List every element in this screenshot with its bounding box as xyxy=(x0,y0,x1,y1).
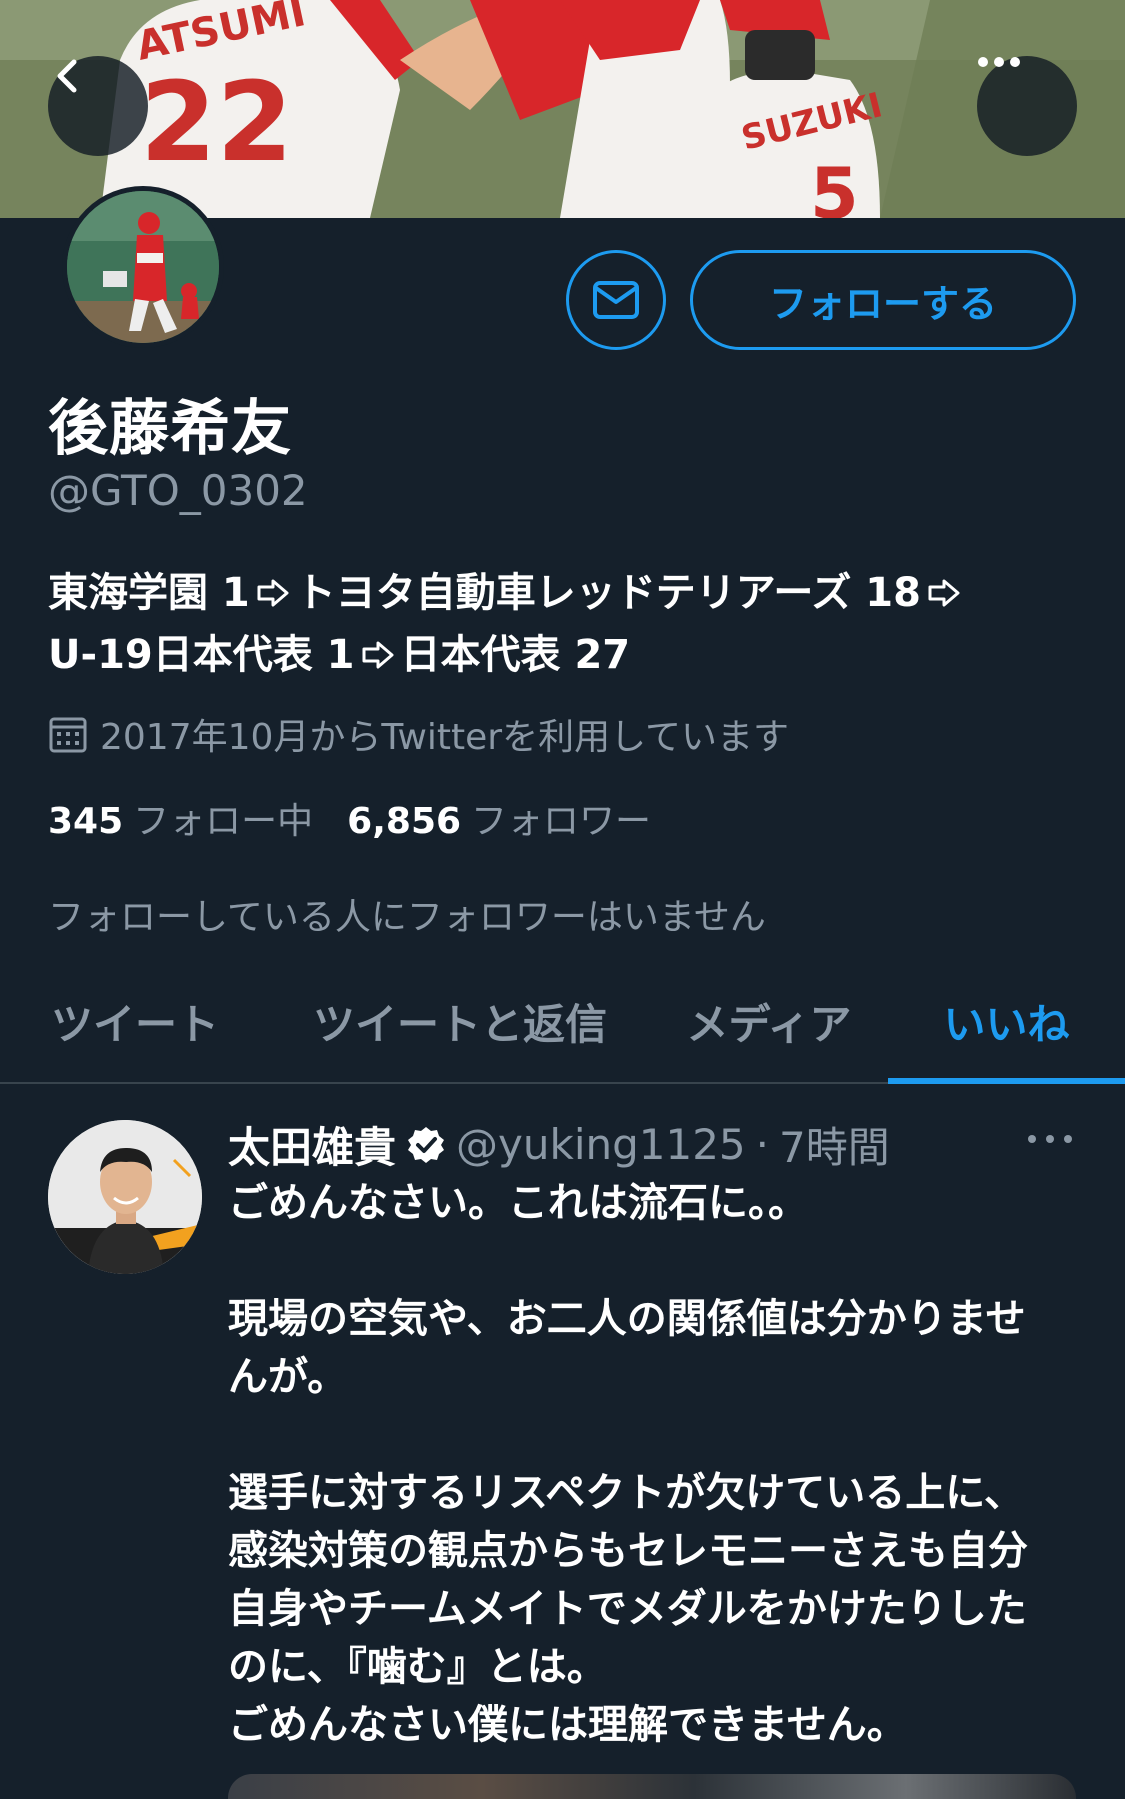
tweet-line: んが。 xyxy=(228,1354,348,1400)
tweet-line: 感染対策の観点からもセレモニーさえも自分 xyxy=(228,1528,1028,1574)
active-tab-indicator xyxy=(888,1078,1125,1084)
verified-badge-icon xyxy=(408,1126,445,1163)
follow-button[interactable]: フォローする xyxy=(690,250,1076,350)
tweet-paragraph: ごめんなさい。これは流石に。。 xyxy=(228,1174,1108,1232)
tweet-line: 自身やチームメイトでメダルをかけたりした xyxy=(228,1586,1027,1632)
profile-avatar-photo xyxy=(67,191,219,343)
joined-date: 2017年10月からTwitterを利用しています xyxy=(48,708,789,760)
profile-bio: 東海学園 1 トヨタ自動車レッドテリアーズ 18 U-19日本代表 1 日本代表 2… xyxy=(48,562,1088,686)
tab-likes[interactable]: いいね xyxy=(888,960,1125,1082)
tweet-text: ごめんなさい。これは流石に。。 現場の空気や、お二人の関係値は分かりませ んが。… xyxy=(228,1174,1108,1754)
right-arrow-icon xyxy=(362,641,394,669)
more-horizontal-icon xyxy=(978,57,1020,67)
followers-label: フォロワー xyxy=(471,801,652,842)
profile-page: ATSUMI 22 SUZUKI 5 フォローする 後藤希友 @GTO_0302… xyxy=(0,0,1125,1799)
tweet-line: 現場の空気や、お二人の関係値は分かりませ xyxy=(228,1296,1026,1342)
tweet-line: のに、『噛む』とは。 xyxy=(228,1644,607,1690)
calendar-icon xyxy=(49,717,87,753)
more-dot xyxy=(1046,1135,1054,1143)
profile-tabs: ツイート ツイートと返信 メディア いいね xyxy=(0,960,1125,1084)
tweet-author-avatar[interactable] xyxy=(48,1120,202,1274)
profile-display-name: 後藤希友 xyxy=(48,394,292,464)
joined-text: 2017年10月からTwitterを利用しています xyxy=(100,717,790,758)
no-mutual-followers-text: フォローしている人にフォロワーはいません xyxy=(48,897,766,938)
tab-tweets[interactable]: ツイート xyxy=(0,960,270,1082)
tweet-author-name[interactable]: 太田雄貴 xyxy=(228,1114,396,1175)
tweet-line: ごめんなさい僕には理解できません。 xyxy=(228,1702,907,1748)
bio-line-2: U-19日本代表 1 日本代表 27 xyxy=(48,624,1088,686)
bio-segment: 東海学園 1 xyxy=(48,570,250,616)
follow-stats: 345 フォロー中 6,856 フォロワー xyxy=(48,792,651,844)
more-options-button[interactable] xyxy=(977,56,1077,156)
followers-link[interactable]: 6,856 フォロワー xyxy=(347,792,651,844)
tweet-paragraph: 現場の空気や、お二人の関係値は分かりませ んが。 xyxy=(228,1290,1108,1406)
bio-line-1: 東海学園 1 トヨタ自動車レッドテリアーズ 18 xyxy=(48,562,1088,624)
bio-segment: 日本代表 27 xyxy=(400,632,631,678)
tab-tweets-and-replies[interactable]: ツイートと返信 xyxy=(270,960,650,1082)
more-dot xyxy=(1064,1135,1072,1143)
right-arrow-icon xyxy=(928,579,960,607)
tweet-line: ごめんなさい。これは流石に。。 xyxy=(228,1180,808,1226)
bio-segment: トヨタ自動車レッドテリアーズ 18 xyxy=(295,570,921,616)
envelope-icon xyxy=(593,281,639,319)
back-button[interactable] xyxy=(48,56,148,156)
tweet-author-avatar-photo xyxy=(48,1120,202,1274)
profile-avatar[interactable] xyxy=(62,186,224,348)
bio-segment: U-19日本代表 1 xyxy=(48,632,355,678)
following-label: フォロー中 xyxy=(133,801,314,842)
tweet-line: 選手に対するリスペクトが欠けている上に、 xyxy=(228,1470,1024,1516)
chevron-left-icon xyxy=(57,59,77,93)
profile-banner[interactable]: ATSUMI 22 SUZUKI 5 xyxy=(0,0,1125,218)
tweet-timestamp[interactable]: 7時間 xyxy=(779,1114,890,1175)
message-button[interactable] xyxy=(566,250,666,350)
tweet-media-preview[interactable] xyxy=(228,1774,1076,1799)
tweet-header: 太田雄貴 @yuking1125 · 7時間 xyxy=(228,1114,1008,1175)
tweet-paragraph: 選手に対するリスペクトが欠けている上に、 感染対策の観点からもセレモニーさえも自… xyxy=(228,1464,1108,1754)
following-count: 345 xyxy=(48,801,124,842)
tweet-more-button[interactable] xyxy=(1028,1124,1072,1154)
tweet-meta-separator: · xyxy=(755,1120,770,1169)
more-dot xyxy=(1028,1135,1036,1143)
following-link[interactable]: 345 フォロー中 xyxy=(48,792,313,844)
jersey-number-right: 5 xyxy=(810,153,859,218)
tab-media[interactable]: メディア xyxy=(650,960,888,1082)
banner-photo: ATSUMI 22 SUZUKI 5 xyxy=(0,0,1125,218)
jersey-number-left: 22 xyxy=(140,58,293,186)
profile-handle: @GTO_0302 xyxy=(48,466,308,515)
followers-count: 6,856 xyxy=(347,801,462,842)
tweet-author-handle[interactable]: @yuking1125 xyxy=(456,1120,746,1169)
right-arrow-icon xyxy=(257,579,289,607)
